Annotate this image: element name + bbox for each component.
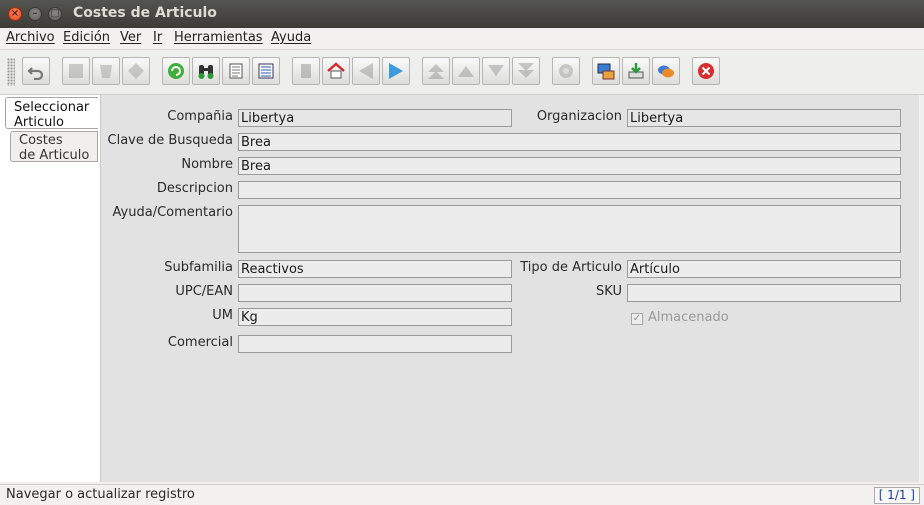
- record-counter[interactable]: [ 1/1 ]: [873, 487, 920, 504]
- attachment-icon: [301, 64, 311, 78]
- label-ayuda-comentario: Ayuda/Comentario: [112, 205, 233, 220]
- status-bar: Navegar o actualizar registro [ 1/1 ]: [0, 484, 924, 505]
- chat-button[interactable]: [652, 57, 680, 85]
- parent-home-button[interactable]: [322, 57, 350, 85]
- toolbar-grip[interactable]: [7, 58, 15, 86]
- menu-ver[interactable]: Ver: [120, 30, 141, 45]
- tab-costes-de-articulo[interactable]: Costes de Articulo: [10, 131, 98, 163]
- form-panel: Compañia Libertya Organizacion Libertya …: [100, 95, 919, 482]
- minimize-icon: –: [32, 8, 38, 19]
- previous-record-button[interactable]: [452, 57, 480, 85]
- checkbox-almacenado[interactable]: ✓: [631, 313, 643, 325]
- grid-toggle-button[interactable]: [252, 57, 280, 85]
- history-button[interactable]: [222, 57, 250, 85]
- field-descripcion[interactable]: [238, 181, 901, 199]
- label-subfamilia: Subfamilia: [164, 260, 233, 275]
- field-um[interactable]: Kg: [238, 308, 512, 326]
- close-icon: ×: [10, 8, 20, 19]
- delete-record-icon: [100, 65, 112, 78]
- toolbar: [0, 50, 924, 95]
- delete-record-button[interactable]: [92, 57, 120, 85]
- menu-edicion[interactable]: Edición: [63, 30, 110, 45]
- new-record-icon: [69, 64, 83, 78]
- undo-button[interactable]: [22, 57, 50, 85]
- exit-button[interactable]: [692, 57, 720, 85]
- tab-label-line2: de Articulo: [19, 148, 90, 163]
- refresh-icon: [168, 63, 184, 79]
- first-record-button[interactable]: [422, 57, 450, 85]
- label-descripcion: Descripcion: [156, 181, 233, 196]
- tab-label-line1: Costes: [19, 133, 63, 148]
- next-record-button[interactable]: [482, 57, 510, 85]
- label-comercial: Comercial: [167, 335, 233, 350]
- menu-archivo[interactable]: Archivo: [6, 30, 55, 45]
- previous-record-icon: [458, 66, 474, 77]
- detail-back-button[interactable]: [352, 57, 380, 85]
- field-tipo-articulo[interactable]: Artículo: [627, 260, 901, 278]
- label-clave-busqueda: Clave de Busqueda: [107, 133, 234, 148]
- window-minimize-button[interactable]: –: [28, 7, 42, 21]
- archive-button[interactable]: [592, 57, 620, 85]
- detail-forward-button[interactable]: [382, 57, 410, 85]
- menu-ir[interactable]: Ir: [153, 30, 162, 45]
- save-button[interactable]: [122, 57, 150, 85]
- field-subfamilia[interactable]: Reactivos: [238, 260, 512, 278]
- label-nombre: Nombre: [181, 157, 233, 172]
- tab-seleccionar-articulo[interactable]: Seleccionar Articulo: [5, 97, 98, 130]
- refresh-button[interactable]: [162, 57, 190, 85]
- history-icon: [229, 63, 243, 79]
- menu-bar: Archivo Edición Ver Ir Herramientas Ayud…: [0, 28, 924, 50]
- field-comercial[interactable]: [238, 335, 512, 353]
- checkmark-icon: ✓: [632, 313, 642, 324]
- tab-label-line2: Articulo: [14, 115, 64, 130]
- find-button[interactable]: [192, 57, 220, 85]
- report-button[interactable]: [552, 57, 580, 85]
- menu-herramientas[interactable]: Herramientas: [174, 30, 263, 45]
- field-ayuda-comentario[interactable]: [238, 205, 901, 253]
- archive-icon: [597, 63, 615, 80]
- label-upc-ean: UPC/EAN: [175, 284, 233, 299]
- undo-icon: [27, 67, 44, 80]
- window-title: Costes de Articulo: [73, 5, 217, 21]
- label-organizacion: Organizacion: [536, 109, 622, 124]
- next-record-icon: [488, 65, 504, 76]
- save-icon: [128, 63, 144, 79]
- last-record-icon: [518, 63, 534, 78]
- first-record-icon: [428, 64, 444, 79]
- label-almacenado: Almacenado: [648, 310, 729, 325]
- exit-icon: [698, 63, 714, 79]
- grid-toggle-icon: [258, 63, 274, 79]
- label-um: UM: [212, 308, 233, 323]
- field-compania[interactable]: Libertya: [238, 109, 512, 127]
- attachment-button[interactable]: [292, 57, 320, 85]
- window-maximize-button[interactable]: □: [48, 7, 62, 21]
- report-icon: [559, 64, 573, 78]
- last-record-button[interactable]: [512, 57, 540, 85]
- new-record-button[interactable]: [62, 57, 90, 85]
- export-icon: [628, 63, 644, 79]
- field-upc-ean[interactable]: [238, 284, 512, 302]
- detail-forward-icon: [389, 63, 403, 79]
- menu-ayuda[interactable]: Ayuda: [271, 30, 311, 45]
- export-button[interactable]: [622, 57, 650, 85]
- field-nombre[interactable]: Brea: [238, 157, 901, 175]
- field-clave-busqueda[interactable]: Brea: [238, 133, 901, 151]
- label-tipo-articulo: Tipo de Articulo: [520, 260, 622, 275]
- tab-strip: Seleccionar Articulo Costes de Articulo: [0, 95, 100, 482]
- field-sku[interactable]: [627, 284, 901, 302]
- maximize-icon: □: [50, 8, 60, 19]
- status-message: Navegar o actualizar registro: [6, 487, 195, 502]
- title-bar: × – □ Costes de Articulo: [0, 0, 924, 28]
- parent-home-icon: [327, 62, 345, 79]
- window-close-button[interactable]: ×: [8, 7, 22, 21]
- detail-back-icon: [359, 63, 373, 79]
- find-icon: [198, 65, 214, 79]
- tab-label-line1: Seleccionar: [14, 100, 90, 115]
- chat-icon: [658, 65, 674, 78]
- label-compania: Compañia: [167, 109, 233, 124]
- field-organizacion[interactable]: Libertya: [627, 109, 901, 127]
- label-sku: SKU: [596, 284, 622, 299]
